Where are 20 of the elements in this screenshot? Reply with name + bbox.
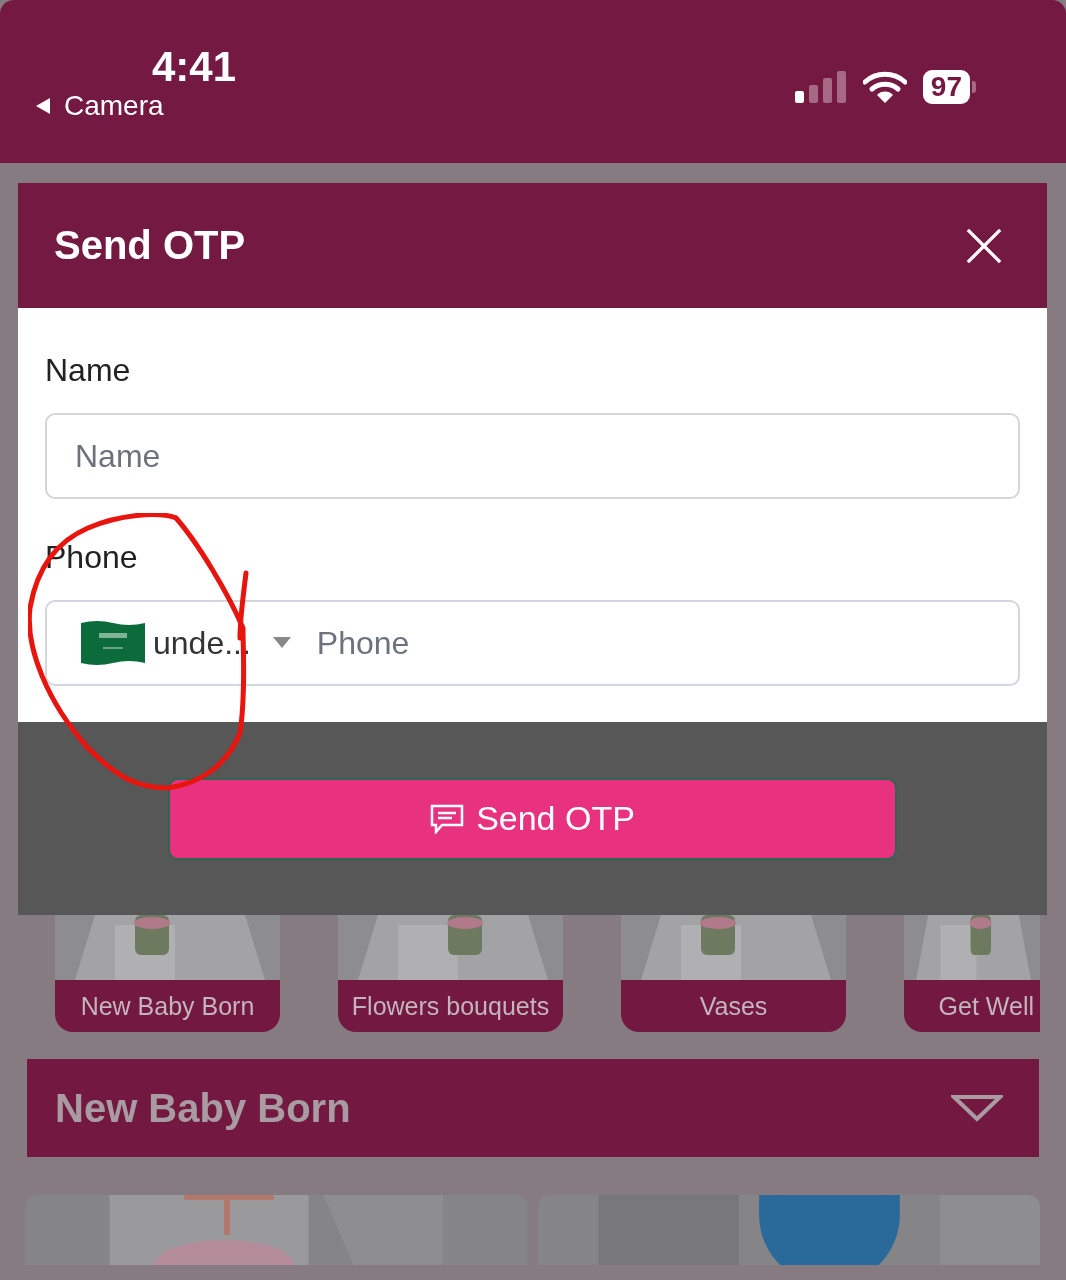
dropdown-triangle-icon — [951, 1094, 1003, 1122]
field-label: Name — [45, 352, 132, 389]
clock-time: 4:41 — [152, 44, 237, 90]
close-icon[interactable] — [965, 226, 1003, 265]
section-title: New Baby Born — [55, 1085, 351, 1131]
name-field[interactable]: Name — [45, 413, 1020, 499]
category-tab[interactable]: Flowers bouquets — [338, 980, 563, 1032]
category-tab[interactable]: Vases — [621, 980, 846, 1032]
signal-icon — [794, 71, 847, 103]
category-tab[interactable]: Get Well — [904, 980, 1040, 1032]
flag-icon — [81, 619, 145, 667]
section-header[interactable]: New Baby Born — [27, 1059, 1039, 1157]
send-otp-button[interactable]: Send OTP — [168, 777, 897, 860]
category-tab[interactable]: New Baby Born — [55, 980, 280, 1032]
message-icon — [430, 803, 465, 834]
back-arrow-icon — [34, 97, 52, 115]
caret-icon — [272, 637, 291, 649]
wifi-icon — [862, 70, 907, 104]
dialog-title: Send OTP — [54, 223, 246, 268]
back-link[interactable]: Camera — [34, 90, 164, 122]
